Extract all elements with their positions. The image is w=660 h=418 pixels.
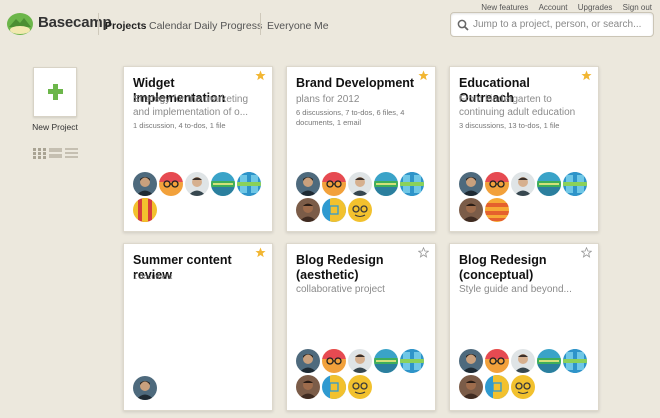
project-card-widget-implementation[interactable]: Widget Implementation Strategy for the m… bbox=[123, 66, 273, 232]
avatar[interactable] bbox=[322, 349, 346, 373]
avatar[interactable] bbox=[348, 349, 372, 373]
avatar[interactable] bbox=[348, 172, 372, 196]
project-description: Style guide and beyond... bbox=[459, 284, 572, 295]
project-card-brand-development[interactable]: Brand Development plans for 2012 6 discu… bbox=[286, 66, 436, 232]
avatar[interactable] bbox=[348, 198, 372, 222]
new-project-label[interactable]: New Project bbox=[20, 122, 90, 132]
grid-view-icon[interactable] bbox=[33, 148, 46, 159]
card-view-icon[interactable] bbox=[49, 148, 62, 158]
avatar[interactable] bbox=[537, 349, 561, 373]
basecamp-logo-icon[interactable] bbox=[6, 10, 34, 36]
project-card-educational-outreach[interactable]: Educational Outreach From kindergarten t… bbox=[449, 66, 599, 232]
project-card-blog-redesign-conceptual[interactable]: Blog Redesign (conceptual) Style guide a… bbox=[449, 243, 599, 411]
avatar[interactable] bbox=[322, 375, 346, 399]
nav-calendar[interactable]: Calendar bbox=[149, 20, 192, 32]
avatar[interactable] bbox=[459, 375, 483, 399]
avatar[interactable] bbox=[133, 198, 157, 222]
avatar[interactable] bbox=[400, 172, 424, 196]
sign-out-link[interactable]: Sign out bbox=[623, 3, 652, 12]
upgrades-link[interactable]: Upgrades bbox=[578, 3, 613, 12]
search-input[interactable] bbox=[473, 16, 649, 33]
avatar[interactable] bbox=[485, 198, 509, 222]
divider bbox=[260, 13, 261, 35]
avatar[interactable] bbox=[237, 172, 261, 196]
avatar[interactable] bbox=[459, 172, 483, 196]
project-meta: 1 document bbox=[133, 272, 173, 281]
avatar[interactable] bbox=[485, 172, 509, 196]
avatar[interactable] bbox=[459, 198, 483, 222]
project-card-summer-content-review[interactable]: Summer content review 1 document bbox=[123, 243, 273, 411]
avatar[interactable] bbox=[296, 375, 320, 399]
nav-me[interactable]: Me bbox=[314, 20, 329, 32]
nav-projects[interactable]: Projects bbox=[105, 20, 146, 32]
header: Basecamp Projects Calendar Daily Progres… bbox=[0, 0, 660, 50]
avatar[interactable] bbox=[159, 172, 183, 196]
avatar[interactable] bbox=[374, 172, 398, 196]
brand-name[interactable]: Basecamp bbox=[38, 14, 112, 31]
avatar[interactable] bbox=[511, 349, 535, 373]
avatar[interactable] bbox=[511, 172, 535, 196]
avatar[interactable] bbox=[133, 172, 157, 196]
avatar[interactable] bbox=[322, 198, 346, 222]
account-links: New features Account Upgrades Sign out bbox=[473, 3, 652, 12]
avatar[interactable] bbox=[296, 198, 320, 222]
avatar[interactable] bbox=[296, 349, 320, 373]
divider bbox=[98, 13, 99, 35]
avatar[interactable] bbox=[511, 375, 535, 399]
avatar[interactable] bbox=[322, 172, 346, 196]
avatar[interactable] bbox=[185, 172, 209, 196]
project-meta: 6 discussions, 7 to-dos, 6 files, 4 docu… bbox=[296, 108, 405, 127]
project-description: Strategy for the marketing and implement… bbox=[133, 94, 249, 118]
avatar[interactable] bbox=[563, 349, 587, 373]
avatar[interactable] bbox=[563, 172, 587, 196]
nav-daily-progress[interactable]: Daily Progress bbox=[194, 20, 262, 32]
project-card-blog-redesign-aesthetic[interactable]: Blog Redesign (aesthetic) collaborative … bbox=[286, 243, 436, 411]
project-title[interactable]: Blog Redesign (aesthetic) bbox=[296, 253, 424, 283]
avatar[interactable] bbox=[459, 349, 483, 373]
avatar[interactable] bbox=[348, 375, 372, 399]
avatar[interactable] bbox=[211, 172, 235, 196]
search-icon bbox=[457, 19, 469, 31]
nav-everyone[interactable]: Everyone bbox=[267, 20, 311, 32]
avatar[interactable] bbox=[485, 375, 509, 399]
project-description: From kindergarten to continuing adult ed… bbox=[459, 94, 576, 118]
avatar[interactable] bbox=[374, 349, 398, 373]
list-view-icon[interactable] bbox=[65, 148, 78, 158]
avatar[interactable] bbox=[485, 349, 509, 373]
avatar[interactable] bbox=[133, 376, 157, 400]
search-box[interactable] bbox=[450, 12, 654, 37]
avatar[interactable] bbox=[537, 172, 561, 196]
account-link[interactable]: Account bbox=[539, 3, 568, 12]
avatar[interactable] bbox=[296, 172, 320, 196]
project-meta: 3 discussions, 13 to-dos, 1 file bbox=[459, 121, 560, 130]
project-title[interactable]: Brand Development bbox=[296, 76, 424, 91]
project-description: plans for 2012 bbox=[296, 94, 360, 105]
project-description: collaborative project bbox=[296, 284, 385, 295]
new-features-link[interactable]: New features bbox=[481, 3, 528, 12]
project-title[interactable]: Blog Redesign (conceptual) bbox=[459, 253, 587, 283]
new-project-button[interactable] bbox=[33, 67, 77, 117]
project-meta: 1 discussion, 4 to-dos, 1 file bbox=[133, 121, 226, 130]
avatar[interactable] bbox=[400, 349, 424, 373]
